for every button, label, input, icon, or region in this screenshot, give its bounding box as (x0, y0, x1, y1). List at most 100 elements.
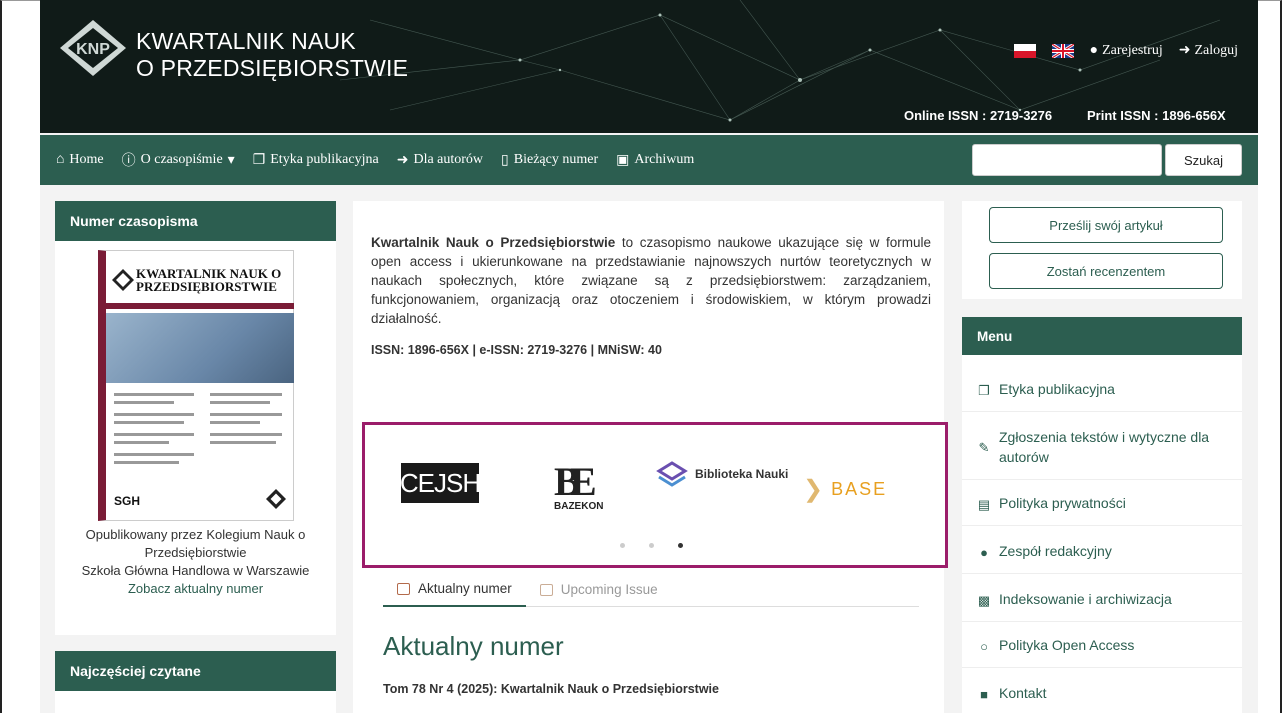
biblioteka-nauki-label: Biblioteka Nauki (695, 467, 789, 481)
user-circle-icon: ● (1089, 42, 1099, 58)
menu-item-open-access[interactable]: ○ Polityka Open Access (977, 635, 1232, 657)
submit-article-button[interactable]: Prześlij swój artykuł (989, 207, 1223, 243)
archive-icon: ▣ (616, 152, 630, 168)
see-current-issue-link[interactable]: Zobacz aktualny numer (55, 580, 336, 598)
cover-text-line (210, 401, 270, 404)
nav-about-label: O czasopiśmie (140, 152, 223, 167)
main-content: Kwartalnik Nauk o Przedsiębiorstwie to c… (353, 201, 948, 713)
cover-text-line (114, 461, 179, 464)
edit-icon: ✎ (978, 440, 990, 455)
svg-text:KNP: KNP (76, 41, 110, 58)
register-label: Zarejestruj (1102, 42, 1163, 58)
search-input[interactable] (972, 144, 1162, 176)
search-button[interactable]: Szukaj (1165, 144, 1242, 176)
cejsh-logo[interactable]: CEJSH (400, 463, 481, 503)
sign-in-icon: ➜ (396, 152, 409, 168)
calendar-icon (397, 582, 410, 595)
svg-text:E: E (570, 459, 597, 504)
base-logo[interactable]: ❯ BASE (803, 475, 887, 504)
menu-item-label: Polityka Open Access (999, 637, 1135, 653)
cover-logo-icon (112, 269, 134, 291)
header-links: ● Zarejestruj ➜ Zaloguj (1013, 42, 1238, 59)
journal-intro: Kwartalnik Nauk o Przedsiębiorstwie to c… (371, 233, 931, 328)
issue-cover[interactable]: KWARTALNIK NAUK O PRZEDSIĘBIORSTWIE SGH (98, 250, 294, 521)
cover-bar (106, 303, 294, 309)
login-link[interactable]: ➜ Zaloguj (1179, 42, 1238, 59)
cover-text-line (114, 433, 194, 436)
print-issn: Print ISSN : 1896-656X (1087, 108, 1226, 123)
nav-archive-label: Archiwum (634, 152, 695, 167)
cover-text-line (114, 421, 184, 424)
issn-line: ISSN: 1896-656X | e-ISSN: 2719-3276 | MN… (371, 343, 662, 357)
menu-item-label: Kontakt (999, 685, 1047, 701)
nav-ethics[interactable]: ❐ Etyka publikacyjna (253, 152, 379, 169)
menu-item-editorial-team[interactable]: ● Zespół redakcyjny (977, 541, 1232, 563)
copy-icon: ❐ (978, 383, 990, 398)
users-icon: ● (980, 545, 988, 560)
login-label: Zaloguj (1194, 42, 1238, 58)
menu-item-submissions[interactable]: ✎ Zgłoszenia tekstów i wytyczne dla auto… (977, 427, 1232, 467)
menu-item-privacy[interactable]: ▤ Polityka prywatności (977, 493, 1232, 515)
indexing-carousel[interactable]: CEJSH B E BAZEKON Biblioteka Nauki ❯ BAS… (362, 422, 948, 568)
nav-authors[interactable]: ➜ Dla autorów (397, 152, 483, 169)
current-issue-title[interactable]: Tom 78 Nr 4 (2025): Kwartalnik Nauk o Pr… (383, 682, 719, 696)
cover-text-line (210, 413, 282, 416)
base-chevron-icon: ❯ (803, 476, 826, 503)
publisher-line: Przedsiębiorstwie (144, 545, 247, 560)
menu-item-ethics[interactable]: ❐ Etyka publikacyjna (977, 379, 1232, 401)
nav-ethics-label: Etyka publikacyjna (270, 152, 379, 167)
english-flag-icon[interactable] (1051, 43, 1074, 58)
action-buttons-panel: Prześlij swój artykuł Zostań recenzentem (962, 201, 1242, 299)
current-issue-heading: Aktualny numer (383, 631, 564, 661)
register-link[interactable]: ● Zarejestruj (1090, 43, 1163, 59)
book-icon: ▯ (501, 152, 509, 168)
online-issn: Online ISSN : 2719-3276 (904, 108, 1053, 123)
most-read-title: Najczęściej czytane (55, 651, 336, 691)
cover-text-line (210, 433, 282, 436)
cover-publisher: SGH (114, 494, 141, 508)
menu-item-label: Etyka publikacyjna (999, 381, 1115, 397)
bazekon-label: BAZEKON (554, 501, 603, 512)
menu-divider (962, 479, 1242, 480)
base-label: BASE (831, 479, 888, 499)
tab-current-issue[interactable]: Aktualny numer (383, 572, 526, 607)
become-reviewer-button[interactable]: Zostań recenzentem (989, 253, 1223, 289)
cover-image (106, 313, 294, 383)
carousel-dot-active[interactable] (678, 543, 683, 548)
publisher-info: Opublikowany przez Kolegium Nauk o Przed… (55, 526, 336, 598)
nav-about[interactable]: ⓘ O czasopiśmie ▾ (122, 150, 235, 170)
circle-icon: ○ (980, 639, 988, 654)
nav-home[interactable]: ⌂ Home (56, 152, 104, 168)
tab-upcoming-issue[interactable]: Upcoming Issue (526, 572, 672, 607)
issue-panel-title: Numer czasopisma (55, 201, 336, 241)
journal-logo[interactable]: KNP (58, 18, 128, 78)
site-title-line1: KWARTALNIK NAUK (136, 28, 356, 54)
carousel-dot[interactable] (620, 543, 625, 548)
page: KNP KWARTALNIK NAUK O PRZEDSIĘBIORSTWIE … (40, 0, 1258, 713)
cover-text-line (210, 441, 276, 444)
menu-item-indexing[interactable]: ▩ Indeksowanie i archiwizacja (977, 589, 1232, 611)
nav-home-label: Home (69, 152, 104, 167)
side-menu: Menu ❐ Etyka publikacyjna ✎ Zgłoszenia t… (962, 317, 1242, 713)
side-menu-title: Menu (962, 317, 1242, 355)
publisher-line: Szkoła Główna Handlowa w Warszawie (81, 563, 310, 578)
sign-in-icon: ➜ (1178, 43, 1191, 58)
nav-current-issue[interactable]: ▯ Bieżący numer (501, 152, 598, 169)
bazekon-logo[interactable]: B E BAZEKON (552, 459, 604, 513)
site-header: KNP KWARTALNIK NAUK O PRZEDSIĘBIORSTWIE … (40, 0, 1258, 133)
menu-divider (962, 411, 1242, 412)
site-title[interactable]: KWARTALNIK NAUK O PRZEDSIĘBIORSTWIE (136, 28, 408, 82)
cover-text-line (114, 413, 194, 416)
menu-item-contact[interactable]: ■ Kontakt (977, 683, 1232, 705)
cover-text-line (210, 393, 282, 396)
document-icon: ▤ (977, 497, 991, 512)
menu-item-label: Zgłoszenia tekstów i wytyczne dla autoró… (999, 429, 1210, 465)
cover-text-line (210, 421, 260, 424)
info-icon: ⓘ (121, 154, 136, 169)
polish-flag-icon[interactable] (1013, 43, 1036, 58)
carousel-dot[interactable] (649, 543, 654, 548)
cover-text-line (114, 453, 194, 456)
nav-archive[interactable]: ▣ Archiwum (616, 152, 694, 169)
biblioteka-nauki-logo[interactable]: Biblioteka Nauki (655, 459, 788, 489)
site-title-line2: O PRZEDSIĘBIORSTWIE (136, 55, 409, 81)
